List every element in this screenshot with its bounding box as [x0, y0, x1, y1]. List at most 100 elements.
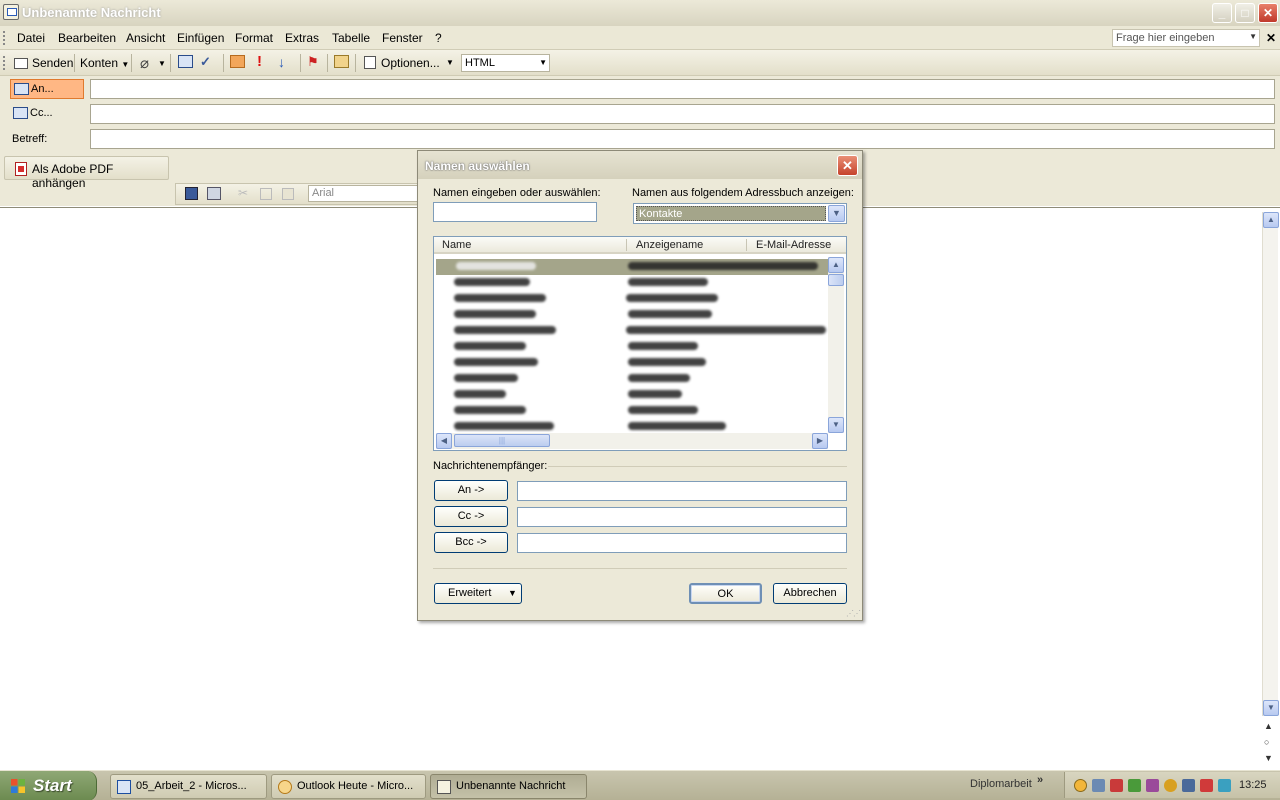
menu-fenster[interactable]: Fenster [382, 31, 423, 45]
scroll-right-icon[interactable]: ▶ [812, 433, 828, 449]
device-icon[interactable] [1146, 779, 1159, 792]
advanced-button[interactable]: Erweitert ▼ [434, 583, 522, 604]
column-header-email[interactable]: E-Mail-Adresse [756, 239, 831, 251]
paperclip-icon[interactable]: ⌀ [140, 54, 149, 72]
cc-button[interactable]: Cc... [10, 104, 84, 124]
cc-recipient-button[interactable]: Cc -> [434, 506, 508, 527]
contacts-list[interactable]: Name Anzeigename E-Mail-Adresse ▲ ▼ ◀ ||… [433, 236, 847, 451]
printer-icon[interactable] [1182, 779, 1195, 792]
menu-einfuegen[interactable]: Einfügen [177, 31, 224, 45]
safely-remove-icon[interactable] [1218, 779, 1231, 792]
dialog-close-button[interactable]: ✕ [837, 155, 858, 176]
list-item[interactable] [436, 259, 828, 275]
list-item[interactable] [436, 355, 828, 371]
scroll-thumb[interactable]: ||| [454, 434, 550, 447]
list-item[interactable] [436, 307, 828, 323]
to-field[interactable] [90, 79, 1275, 99]
message-format-select[interactable]: HTML ▼ [461, 54, 550, 72]
menu-ansicht[interactable]: Ansicht [126, 31, 165, 45]
menu-grip[interactable] [3, 31, 6, 45]
scroll-thumb[interactable] [828, 274, 844, 286]
to-recipient-button[interactable]: An -> [434, 480, 508, 501]
cancel-button[interactable]: Abbrechen [773, 583, 847, 604]
toolbar-diplomarbeit-label[interactable]: Diplomarbeit [970, 778, 1032, 790]
select-browse-object-icon[interactable]: ○ [1264, 737, 1269, 747]
scroll-down-icon[interactable]: ▼ [1263, 700, 1279, 716]
dropdown-arrow-icon[interactable]: ▼ [1249, 32, 1257, 41]
update-icon[interactable] [1128, 779, 1141, 792]
envelope-options-icon[interactable] [334, 55, 349, 68]
low-importance-icon[interactable]: ↓ [278, 54, 285, 70]
accounts-button[interactable]: Konten ▼ [80, 56, 129, 70]
print-icon[interactable] [207, 187, 221, 200]
to-recipients-field[interactable] [517, 481, 847, 501]
flag-icon[interactable]: ⚑ [307, 54, 319, 70]
body-vertical-scrollbar[interactable]: ▲ ▼ [1262, 212, 1279, 716]
scroll-left-icon[interactable]: ◀ [436, 433, 452, 449]
menu-tabelle[interactable]: Tabelle [332, 31, 370, 45]
menu-bearbeiten[interactable]: Bearbeiten [58, 31, 116, 45]
address-book-icon[interactable] [178, 55, 193, 68]
scroll-down-icon[interactable]: ▼ [828, 417, 844, 433]
clock-alarm-icon[interactable] [1074, 779, 1087, 792]
follow-up-mail-icon[interactable] [230, 55, 245, 68]
bcc-recipient-button[interactable]: Bcc -> [434, 532, 508, 553]
menu-help[interactable]: ? [435, 31, 442, 45]
high-importance-icon[interactable]: ! [257, 53, 262, 70]
send-button[interactable]: Senden [12, 55, 88, 71]
list-item[interactable] [436, 275, 828, 291]
taskbar-item-new-message[interactable]: Unbenannte Nachricht [430, 774, 587, 799]
start-button[interactable]: Start [0, 771, 97, 800]
security-icon[interactable] [1110, 779, 1123, 792]
column-header-name[interactable]: Name [442, 239, 471, 251]
cc-field[interactable] [90, 104, 1275, 124]
window-title-bar[interactable]: Unbenannte Nachricht _ □ ✕ [0, 0, 1280, 26]
scroll-up-icon[interactable]: ▲ [1263, 212, 1279, 228]
list-item[interactable] [436, 339, 828, 355]
chevron-down-icon[interactable]: ▼ [828, 205, 845, 222]
list-item[interactable] [436, 387, 828, 403]
previous-object-icon[interactable]: ▲ [1264, 721, 1273, 731]
attach-adobe-pdf-button[interactable]: Als Adobe PDF anhängen [32, 162, 168, 190]
taskbar-item-word[interactable]: 05_Arbeit_2 - Micros... [110, 774, 267, 799]
scroll-up-icon[interactable]: ▲ [828, 257, 844, 273]
attach-dropdown-icon[interactable]: ▼ [158, 59, 166, 68]
toolbar-grip[interactable] [3, 56, 6, 70]
globe-icon[interactable] [1164, 779, 1177, 792]
bcc-recipients-field[interactable] [517, 533, 847, 553]
minimize-button[interactable]: _ [1212, 3, 1232, 23]
message-app-icon[interactable] [3, 4, 19, 20]
save-icon[interactable] [185, 187, 198, 200]
paste-icon[interactable] [282, 188, 294, 200]
resize-grip-icon[interactable]: ⋰⋰ [846, 609, 861, 618]
address-book-select[interactable]: Kontakte ▼ [633, 203, 847, 224]
dialog-title-bar[interactable]: Namen auswählen ✕ [418, 151, 862, 179]
check-names-icon[interactable]: ✓ [200, 54, 211, 70]
column-separator[interactable] [626, 239, 627, 251]
next-object-icon[interactable]: ▼ [1264, 753, 1273, 763]
menu-format[interactable]: Format [235, 31, 273, 45]
ask-question-input[interactable]: Frage hier eingeben ▼ [1112, 29, 1260, 47]
subject-field[interactable] [90, 129, 1275, 149]
list-item[interactable] [436, 291, 828, 307]
font-name-input[interactable]: Arial [308, 185, 418, 202]
network-icon[interactable] [1092, 779, 1105, 792]
name-search-input[interactable] [433, 202, 597, 222]
chevron-right-icon[interactable]: » [1037, 774, 1043, 786]
antivirus-icon[interactable] [1200, 779, 1213, 792]
cut-icon[interactable]: ✂ [238, 186, 248, 200]
to-button[interactable]: An... [10, 79, 84, 99]
maximize-button[interactable]: □ [1235, 3, 1255, 23]
close-window-button[interactable]: ✕ [1258, 3, 1278, 23]
column-header-display-name[interactable]: Anzeigename [636, 239, 703, 251]
list-item[interactable] [436, 371, 828, 387]
taskbar-item-outlook-today[interactable]: Outlook Heute - Micro... [271, 774, 426, 799]
ok-button[interactable]: OK [689, 583, 762, 604]
column-separator[interactable] [746, 239, 747, 251]
menu-datei[interactable]: Datei [17, 31, 45, 45]
contacts-vertical-scrollbar[interactable]: ▲ ▼ [828, 257, 844, 433]
close-document-icon[interactable]: ✕ [1266, 31, 1276, 45]
menu-extras[interactable]: Extras [285, 31, 319, 45]
cc-recipients-field[interactable] [517, 507, 847, 527]
list-item[interactable] [436, 403, 828, 419]
